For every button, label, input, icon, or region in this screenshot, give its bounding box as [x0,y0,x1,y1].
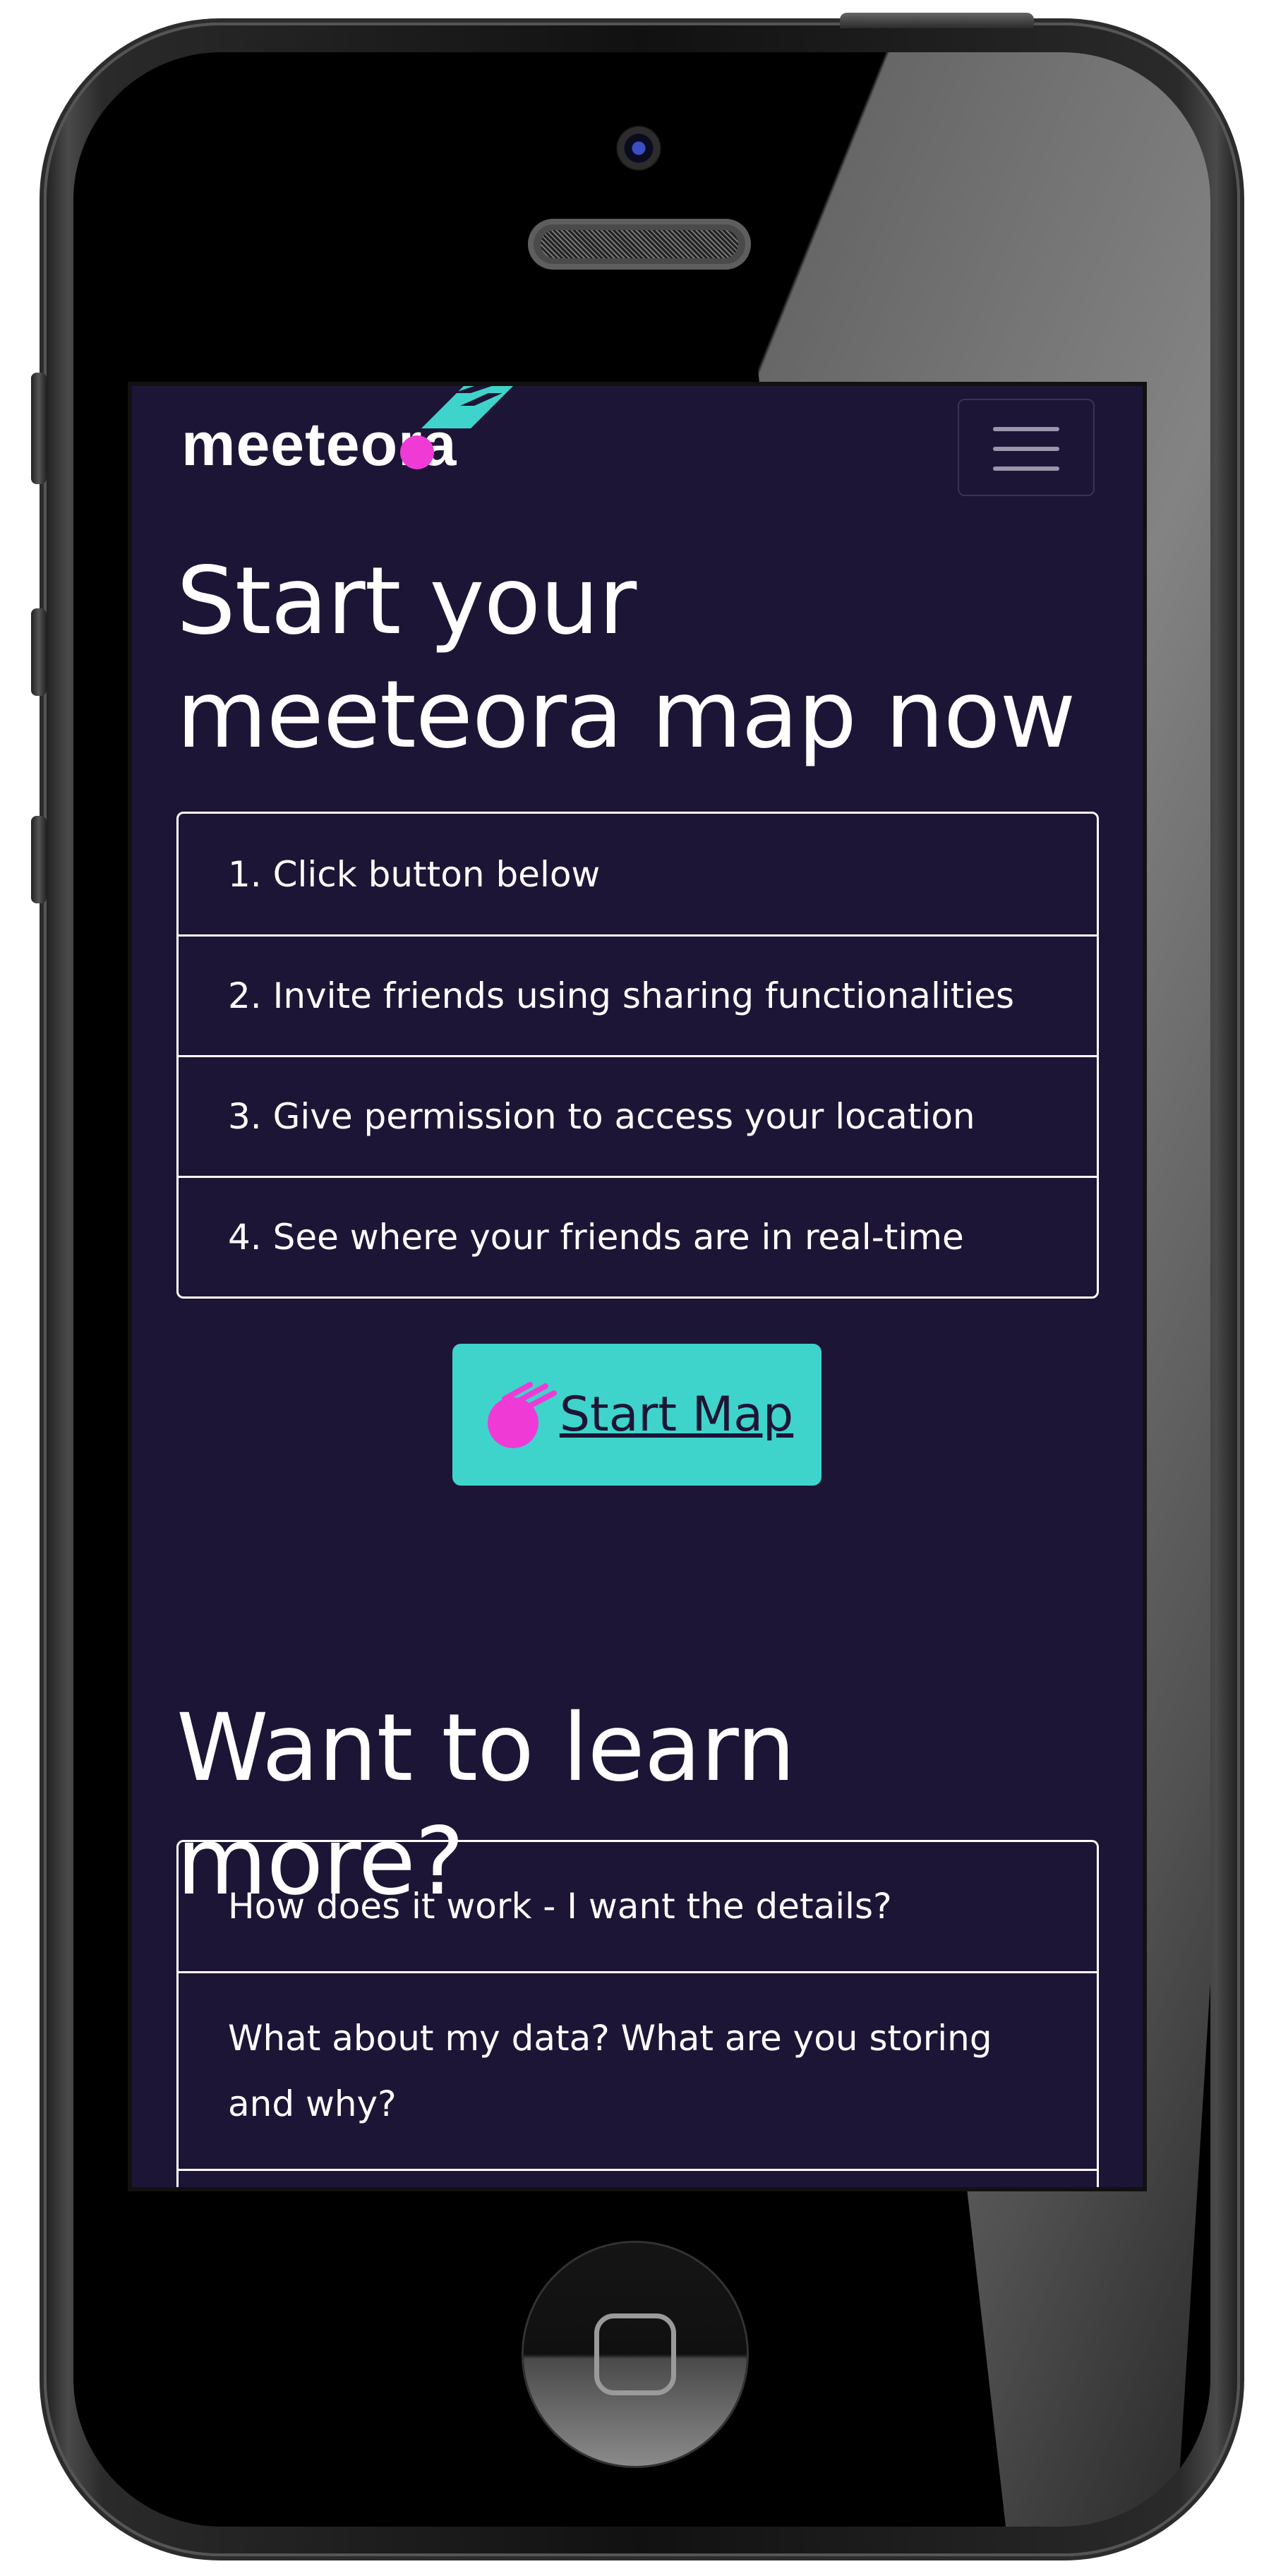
home-button [524,2243,747,2466]
screen: meeteora Start your meeteora map now 1. … [132,386,1143,2187]
steps-list: 1. Click button below 2. Invite friends … [176,812,1099,1299]
list-item: 3. Give permission to access your locati… [179,1055,1097,1176]
start-map-button[interactable]: Start Map [452,1344,821,1486]
earpiece-speaker [528,219,751,270]
hamburger-icon-bar [993,447,1059,451]
list-item: 1. Click button below [228,853,601,895]
brand-logo[interactable]: meeteora [181,386,513,499]
front-camera [616,126,661,171]
navbar: meeteora [132,386,1143,517]
hamburger-icon-bar [993,467,1059,471]
volume-down-button [31,816,47,903]
hamburger-icon-bar [993,427,1059,431]
faq-item-partial[interactable] [179,2169,1097,2187]
menu-toggle-button[interactable] [958,399,1095,496]
faq-accordion: How does it work - I want the details? W… [176,1840,1099,2187]
power-button [840,13,1034,28]
list-item: 4. See where your friends are in real-ti… [179,1176,1097,1296]
start-map-label: Start Map [559,1387,794,1443]
logo-meteor-dot-icon [400,435,434,469]
faq-item[interactable]: What about my data? What are you storing… [179,1971,1097,2169]
faq-item[interactable]: How does it work - I want the details? [179,1842,1097,1971]
list-item: 2. Invite friends using sharing function… [179,934,1097,1055]
volume-up-button [31,608,47,696]
meteor-icon [487,1381,557,1448]
mute-switch [31,373,47,484]
page-title: Start your meeteora map now [176,547,1076,770]
